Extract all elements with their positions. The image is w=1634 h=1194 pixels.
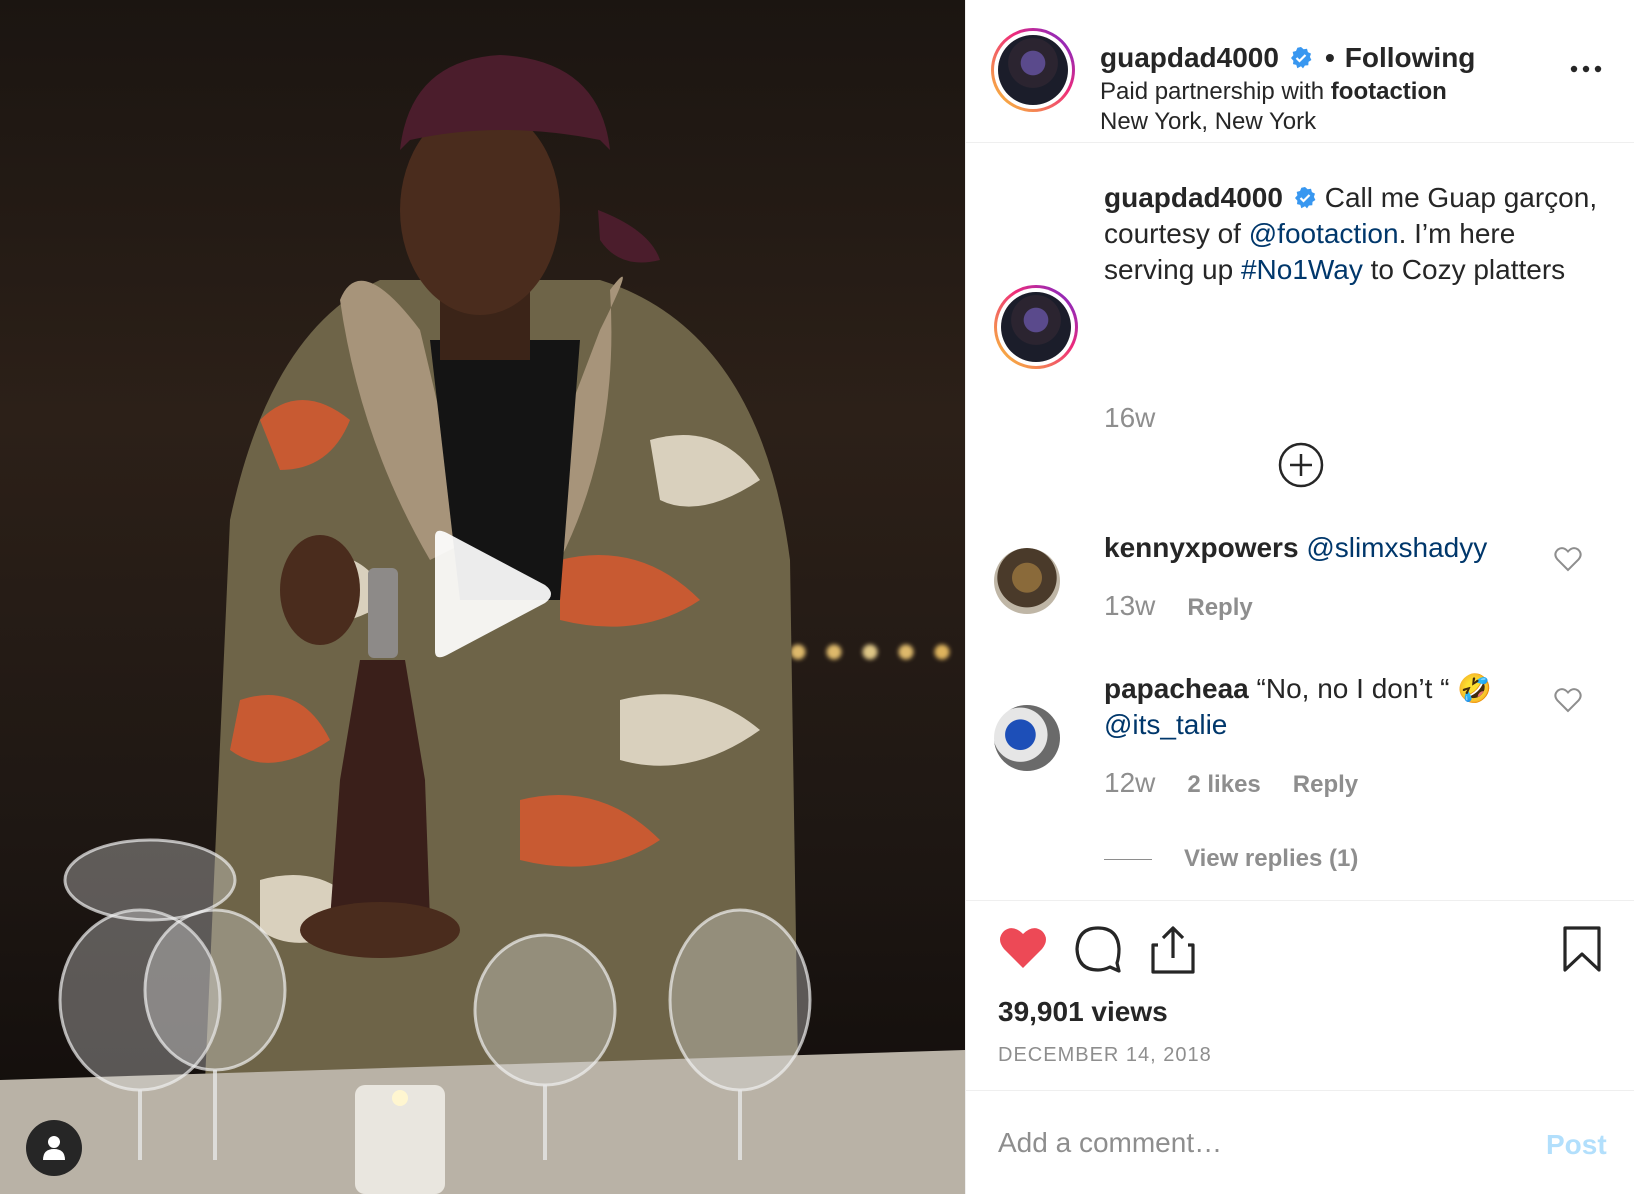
comment-body: “No, no I don’t “ 🤣 bbox=[1256, 673, 1493, 704]
caption-body-3: to Cozy platters bbox=[1370, 254, 1566, 285]
commenter-username[interactable]: papacheaa bbox=[1104, 673, 1249, 704]
play-icon[interactable] bbox=[425, 527, 555, 662]
caption-username[interactable]: guapdad4000 bbox=[1104, 182, 1283, 213]
verified-badge-icon bbox=[1294, 187, 1316, 209]
commenter-avatar[interactable] bbox=[994, 705, 1060, 771]
post-actions: 39,901 views DECEMBER 14, 2018 bbox=[966, 900, 1634, 1090]
commenter-avatar[interactable] bbox=[994, 548, 1060, 614]
comments-section[interactable]: guapdad4000 Call me Guap garçon, courtes… bbox=[966, 143, 1634, 900]
more-options-icon[interactable] bbox=[1566, 55, 1606, 83]
user-tag-button[interactable] bbox=[26, 1120, 82, 1176]
following-button[interactable]: Following bbox=[1345, 42, 1476, 74]
comment-timestamp[interactable]: 13w bbox=[1104, 590, 1155, 622]
partner-link[interactable]: footaction bbox=[1331, 78, 1447, 105]
caption-avatar[interactable] bbox=[994, 285, 1078, 369]
instagram-post: guapdad4000 • Following Paid partnership… bbox=[0, 0, 1634, 1194]
caption-timestamp[interactable]: 16w bbox=[1104, 402, 1155, 434]
view-replies-button[interactable]: View replies (1) bbox=[1104, 845, 1358, 873]
location-link[interactable]: New York, New York bbox=[1100, 108, 1316, 136]
post-header: guapdad4000 • Following Paid partnership… bbox=[966, 0, 1634, 143]
post-video[interactable] bbox=[0, 0, 965, 1194]
caption-hashtag[interactable]: #No1Way bbox=[1241, 254, 1363, 285]
reply-button[interactable]: Reply bbox=[1187, 594, 1252, 622]
caption-mention[interactable]: @footaction bbox=[1249, 218, 1399, 249]
comment-mention[interactable]: @slimxshadyy bbox=[1306, 532, 1487, 563]
separator-dot: • bbox=[1324, 42, 1335, 73]
partnership-prefix: Paid partnership with bbox=[1100, 78, 1325, 105]
comment-text: kennyxpowers @slimxshadyy bbox=[1104, 530, 1544, 566]
author-avatar[interactable] bbox=[991, 28, 1075, 112]
verified-badge-icon bbox=[1290, 47, 1312, 69]
commenter-username[interactable]: kennyxpowers bbox=[1104, 532, 1299, 563]
heart-outline-icon[interactable] bbox=[1554, 687, 1582, 713]
heart-filled-icon[interactable] bbox=[998, 925, 1048, 971]
heart-outline-icon[interactable] bbox=[1554, 546, 1582, 572]
user-icon bbox=[43, 1136, 65, 1160]
post-comment-button[interactable]: Post bbox=[1546, 1129, 1607, 1161]
comment-item: kennyxpowers @slimxshadyy 13w Reply bbox=[994, 530, 1614, 630]
comment-timestamp[interactable]: 12w bbox=[1104, 767, 1155, 799]
add-comment-bar: Post bbox=[966, 1090, 1634, 1194]
post-date[interactable]: DECEMBER 14, 2018 bbox=[998, 1044, 1212, 1067]
comment-text: papacheaa “No, no I don’t “ 🤣 @its_talie bbox=[1104, 671, 1544, 743]
caption-text: guapdad4000 Call me Guap garçon, courtes… bbox=[1104, 180, 1604, 288]
view-replies-label: View replies (1) bbox=[1184, 845, 1359, 872]
reply-button[interactable]: Reply bbox=[1293, 771, 1358, 799]
paid-partnership: Paid partnership with footaction bbox=[1100, 78, 1447, 106]
bookmark-icon[interactable] bbox=[1562, 925, 1602, 973]
comment-input[interactable] bbox=[998, 1121, 1498, 1165]
post-side-panel: guapdad4000 • Following Paid partnership… bbox=[965, 0, 1634, 1194]
likes-count[interactable]: 2 likes bbox=[1187, 771, 1260, 799]
author-username[interactable]: guapdad4000 bbox=[1100, 42, 1279, 74]
comment-icon[interactable] bbox=[1074, 925, 1122, 973]
view-count[interactable]: 39,901 views bbox=[998, 996, 1168, 1028]
share-icon[interactable] bbox=[1150, 925, 1196, 975]
comment-meta: 13w Reply bbox=[1104, 590, 1253, 622]
comment-item: papacheaa “No, no I don’t “ 🤣 @its_talie… bbox=[994, 671, 1614, 873]
comment-mention[interactable]: @its_talie bbox=[1104, 709, 1227, 740]
comment-meta: 12w 2 likes Reply bbox=[1104, 767, 1358, 799]
plus-circle-icon[interactable] bbox=[1277, 441, 1325, 489]
author-line: guapdad4000 • Following bbox=[1100, 42, 1475, 74]
replies-divider bbox=[1104, 858, 1152, 860]
